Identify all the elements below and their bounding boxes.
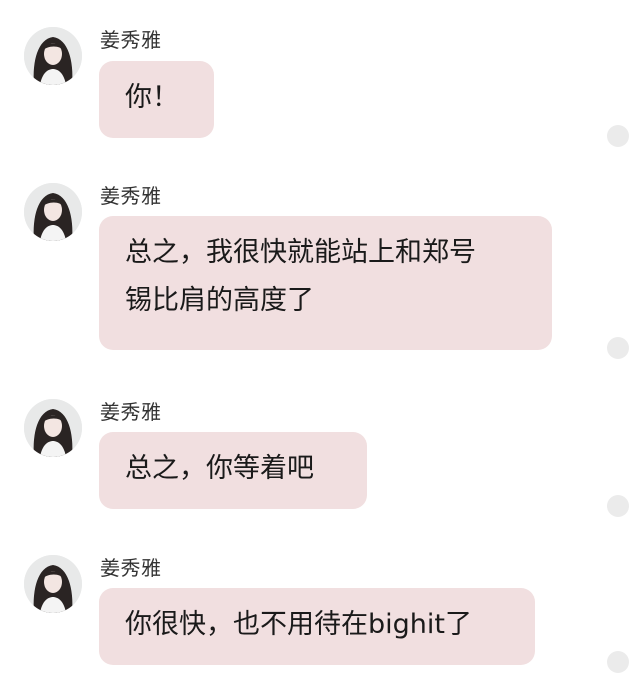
sender-name: 姜秀雅	[100, 28, 162, 52]
message-bubble[interactable]: 你！	[99, 61, 214, 138]
message-bubble[interactable]: 总之，我很快就能站上和郑号 锡比肩的高度了	[99, 216, 552, 350]
message-bubble[interactable]: 你很快，也不用待在bighit了	[99, 588, 535, 665]
read-status-dot-icon	[607, 337, 629, 359]
avatar[interactable]	[24, 399, 82, 457]
chat-conversation: 姜秀雅 你！ 姜秀雅 总之，我很快就能站上和郑号 锡比肩的高度了 姜秀雅 总之，…	[0, 0, 640, 689]
avatar[interactable]	[24, 27, 82, 85]
avatar[interactable]	[24, 183, 82, 241]
read-status-dot-icon	[607, 495, 629, 517]
sender-name: 姜秀雅	[100, 400, 162, 424]
message-bubble[interactable]: 总之，你等着吧	[99, 432, 367, 509]
read-status-dot-icon	[607, 651, 629, 673]
avatar[interactable]	[24, 555, 82, 613]
sender-name: 姜秀雅	[100, 556, 162, 580]
sender-name: 姜秀雅	[100, 184, 162, 208]
read-status-dot-icon	[607, 125, 629, 147]
